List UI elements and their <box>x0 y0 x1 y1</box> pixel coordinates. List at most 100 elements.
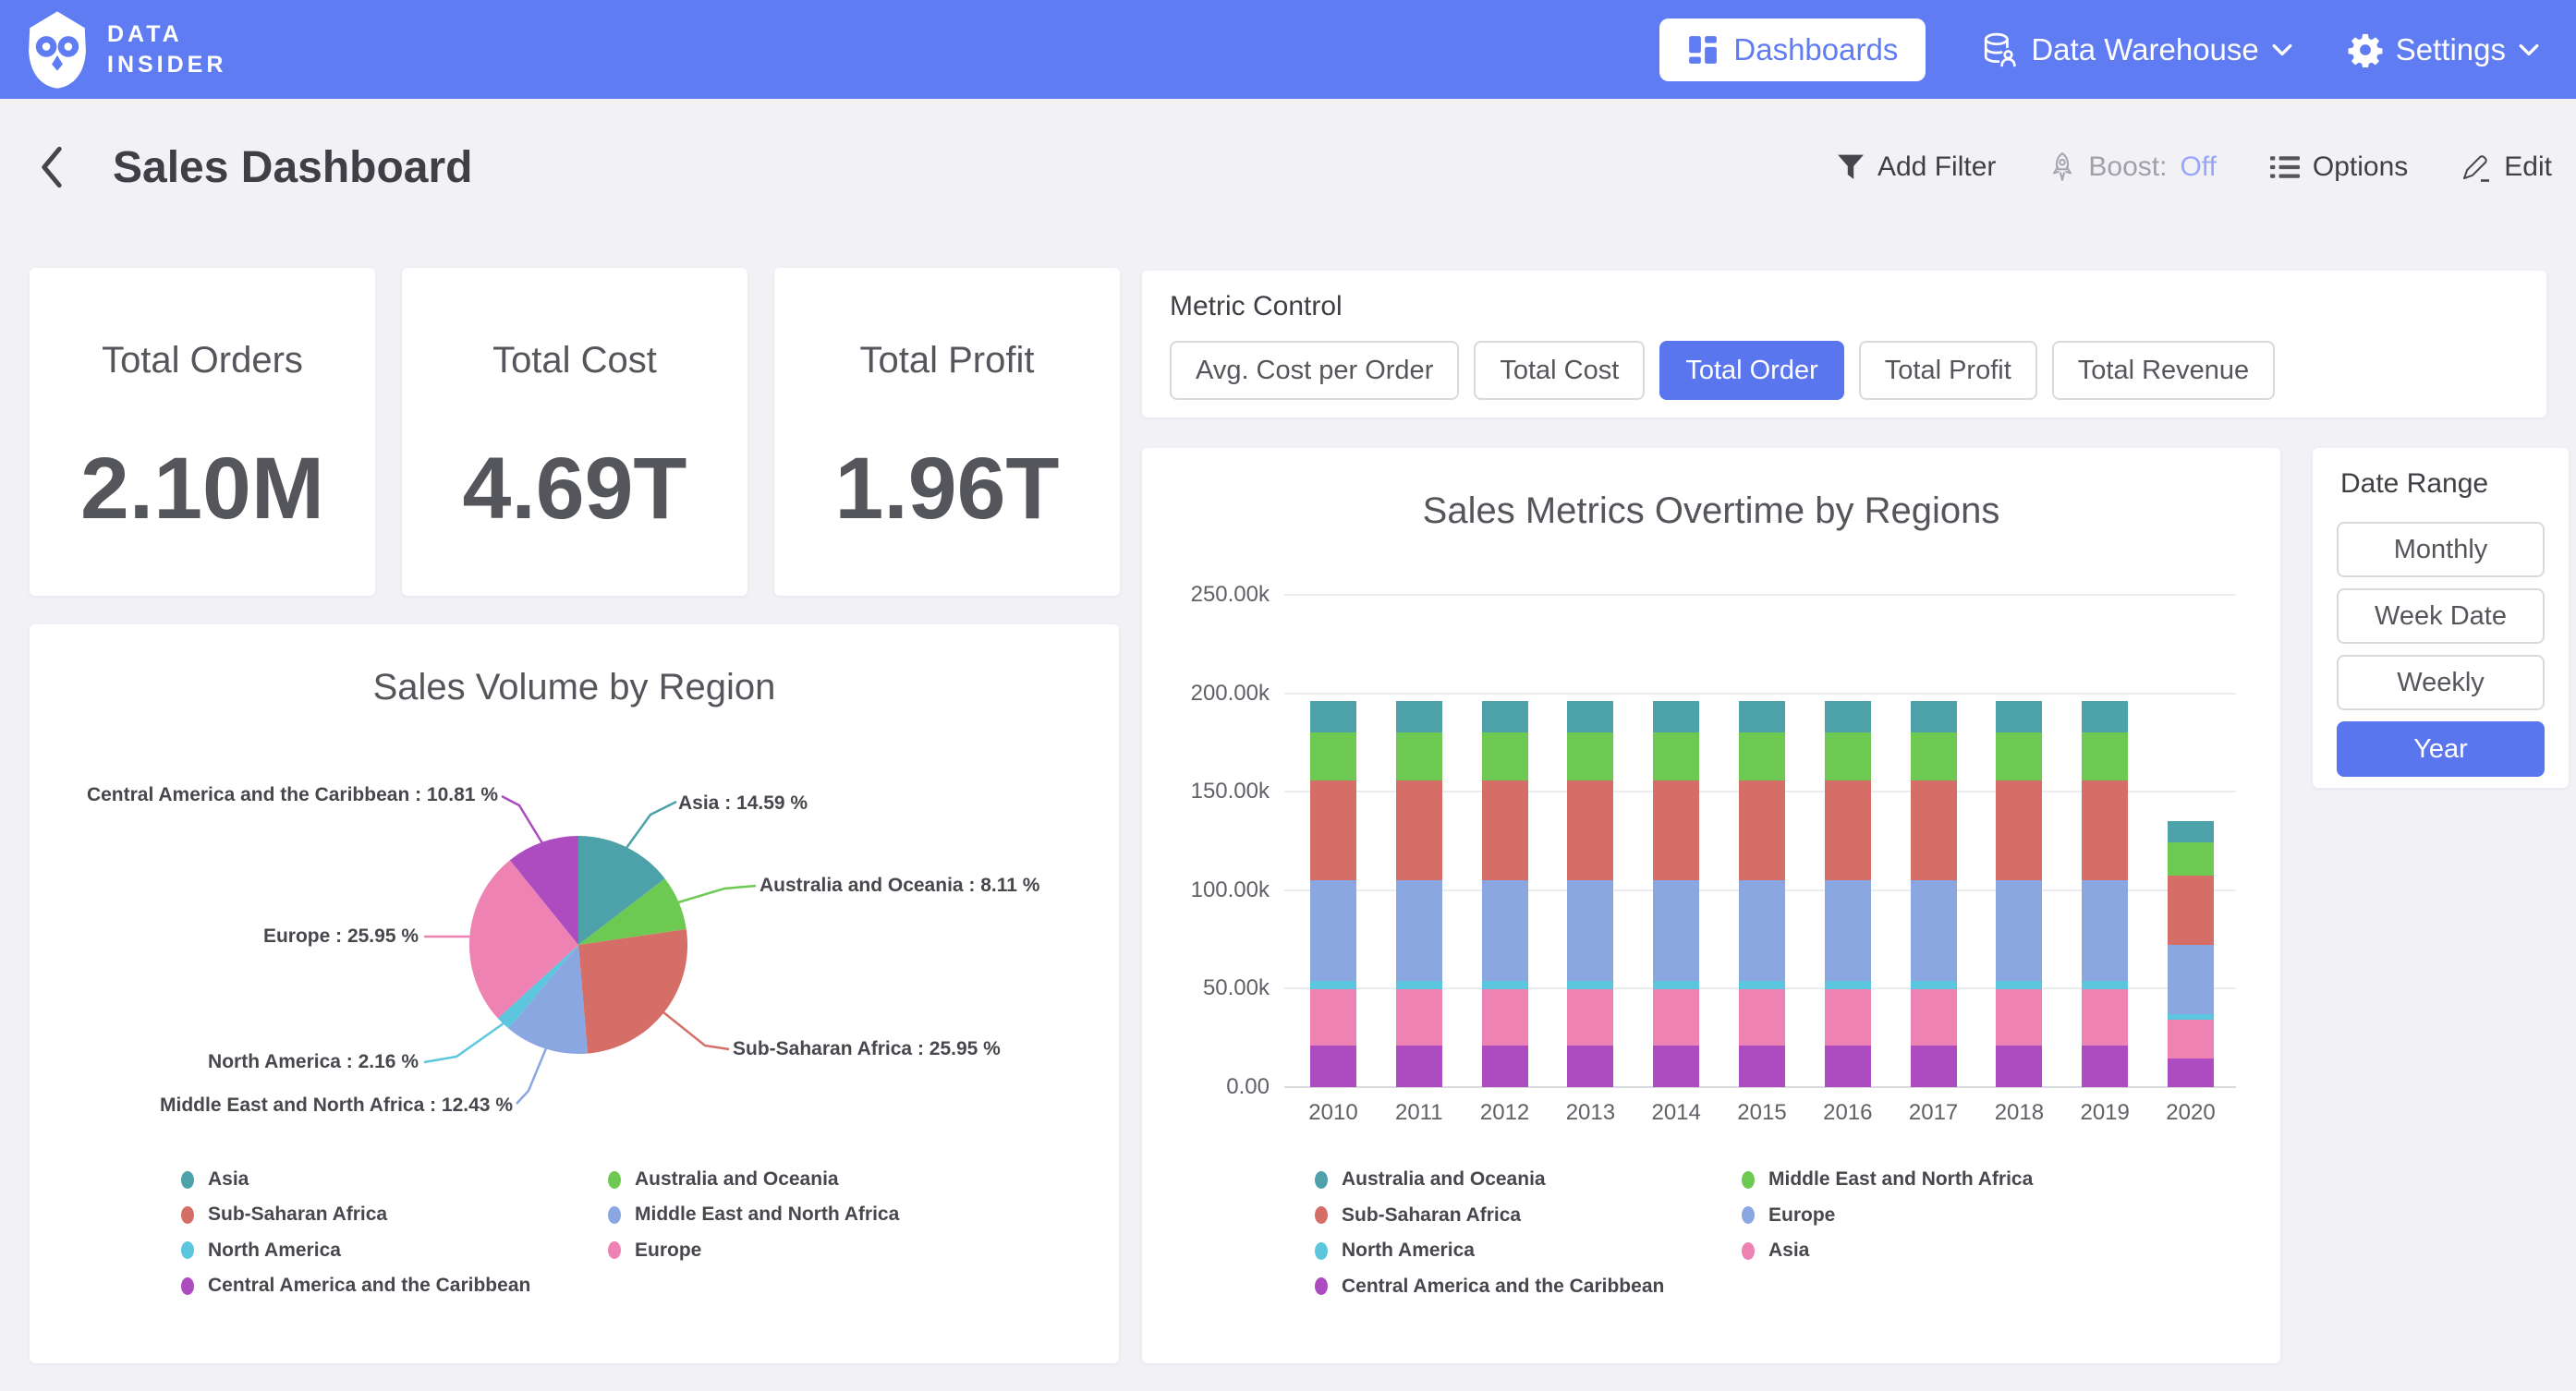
metric-option-total-order[interactable]: Total Order <box>1659 341 1843 400</box>
bar-segment-australia-and-oceania-2014[interactable] <box>1653 701 1699 732</box>
bar-segment-sub-saharan-africa-2017[interactable] <box>1911 780 1957 880</box>
bar-segment-middle-east-and-north-africa-2020[interactable] <box>2168 842 2214 876</box>
bar-segment-australia-and-oceania-2018[interactable] <box>1996 701 2042 732</box>
bar-segment-central-america-and-the-caribbean-2011[interactable] <box>1396 1046 1442 1087</box>
bar-segment-middle-east-and-north-africa-2015[interactable] <box>1739 732 1785 780</box>
bar-segment-europe-2015[interactable] <box>1739 880 1785 981</box>
bar-segment-australia-and-oceania-2011[interactable] <box>1396 701 1442 732</box>
bar-segment-central-america-and-the-caribbean-2020[interactable] <box>2168 1058 2214 1087</box>
bar-segment-middle-east-and-north-africa-2019[interactable] <box>2082 732 2128 780</box>
legend-item-middle-east-and-north-africa[interactable]: Middle East and North Africa <box>608 1204 899 1226</box>
bar-segment-europe-2018[interactable] <box>1996 880 2042 981</box>
bar-segment-middle-east-and-north-africa-2018[interactable] <box>1996 732 2042 780</box>
date-range-option-year[interactable]: Year <box>2337 721 2545 777</box>
bar-segment-sub-saharan-africa-2010[interactable] <box>1310 780 1356 880</box>
bar-segment-europe-2014[interactable] <box>1653 880 1699 981</box>
add-filter-button[interactable]: Add Filter <box>1837 151 1996 183</box>
bar-segment-middle-east-and-north-africa-2011[interactable] <box>1396 732 1442 780</box>
brand[interactable]: DATA INSIDER <box>24 9 226 91</box>
bar-segment-north-america-2020[interactable] <box>2168 1014 2214 1020</box>
legend-item-sub-saharan-africa[interactable]: Sub-Saharan Africa <box>181 1204 387 1226</box>
bar-segment-asia-2018[interactable] <box>1996 989 2042 1046</box>
bar-segment-sub-saharan-africa-2014[interactable] <box>1653 780 1699 880</box>
nav-item-settings[interactable]: Settings <box>2348 32 2539 67</box>
bar-segment-asia-2016[interactable] <box>1825 989 1871 1046</box>
legend-item-australia-and-oceania[interactable]: Australia and Oceania <box>608 1168 839 1191</box>
legend-item-north-america[interactable]: North America <box>181 1240 341 1262</box>
bar-segment-north-america-2013[interactable] <box>1567 981 1613 989</box>
legend-item-europe[interactable]: Europe <box>608 1240 701 1262</box>
bar-segment-north-america-2016[interactable] <box>1825 981 1871 989</box>
bar-segment-europe-2017[interactable] <box>1911 880 1957 981</box>
boost-toggle[interactable]: Boost: Off <box>2049 151 2217 183</box>
legend-item-sub-saharan-africa[interactable]: Sub-Saharan Africa <box>1315 1204 1521 1227</box>
bar-segment-europe-2011[interactable] <box>1396 880 1442 981</box>
bar-segment-europe-2019[interactable] <box>2082 880 2128 981</box>
bar-segment-central-america-and-the-caribbean-2013[interactable] <box>1567 1046 1613 1087</box>
bar-segment-central-america-and-the-caribbean-2012[interactable] <box>1482 1046 1528 1087</box>
bar-segment-sub-saharan-africa-2018[interactable] <box>1996 780 2042 880</box>
bar-segment-australia-and-oceania-2016[interactable] <box>1825 701 1871 732</box>
bar-segment-europe-2013[interactable] <box>1567 880 1613 981</box>
bar-segment-central-america-and-the-caribbean-2016[interactable] <box>1825 1046 1871 1087</box>
edit-button[interactable]: Edit <box>2461 151 2552 183</box>
bar-segment-north-america-2011[interactable] <box>1396 981 1442 989</box>
legend-item-australia-and-oceania[interactable]: Australia and Oceania <box>1315 1168 1546 1191</box>
bar-segment-north-america-2017[interactable] <box>1911 981 1957 989</box>
nav-item-data-warehouse[interactable]: Data Warehouse <box>1981 31 2291 68</box>
options-button[interactable]: Options <box>2270 151 2408 183</box>
bar-segment-middle-east-and-north-africa-2014[interactable] <box>1653 732 1699 780</box>
bar-segment-central-america-and-the-caribbean-2010[interactable] <box>1310 1046 1356 1087</box>
bar-segment-middle-east-and-north-africa-2010[interactable] <box>1310 732 1356 780</box>
bar-segment-middle-east-and-north-africa-2016[interactable] <box>1825 732 1871 780</box>
bar-segment-asia-2019[interactable] <box>2082 989 2128 1046</box>
bar-segment-sub-saharan-africa-2013[interactable] <box>1567 780 1613 880</box>
bar-segment-central-america-and-the-caribbean-2019[interactable] <box>2082 1046 2128 1087</box>
bar-segment-europe-2016[interactable] <box>1825 880 1871 981</box>
legend-item-asia[interactable]: Asia <box>1742 1240 1809 1262</box>
bar-segment-australia-and-oceania-2020[interactable] <box>2168 821 2214 842</box>
bar-segment-central-america-and-the-caribbean-2018[interactable] <box>1996 1046 2042 1087</box>
legend-item-asia[interactable]: Asia <box>181 1168 249 1191</box>
bar-segment-north-america-2019[interactable] <box>2082 981 2128 989</box>
bar-segment-europe-2010[interactable] <box>1310 880 1356 981</box>
bar-segment-sub-saharan-africa-2019[interactable] <box>2082 780 2128 880</box>
date-range-option-monthly[interactable]: Monthly <box>2337 522 2545 577</box>
legend-item-north-america[interactable]: North America <box>1315 1240 1475 1262</box>
bar-segment-australia-and-oceania-2019[interactable] <box>2082 701 2128 732</box>
bar-segment-north-america-2014[interactable] <box>1653 981 1699 989</box>
bar-segment-central-america-and-the-caribbean-2014[interactable] <box>1653 1046 1699 1087</box>
pie-slice-sub-saharan-africa[interactable] <box>578 929 687 1054</box>
legend-item-europe[interactable]: Europe <box>1742 1204 1835 1227</box>
bar-segment-asia-2011[interactable] <box>1396 989 1442 1046</box>
bar-segment-asia-2010[interactable] <box>1310 989 1356 1046</box>
bar-segment-asia-2012[interactable] <box>1482 989 1528 1046</box>
metric-option-avg-cost-per-order[interactable]: Avg. Cost per Order <box>1170 341 1459 400</box>
metric-option-total-revenue[interactable]: Total Revenue <box>2052 341 2275 400</box>
bar-segment-asia-2014[interactable] <box>1653 989 1699 1046</box>
bar-segment-asia-2015[interactable] <box>1739 989 1785 1046</box>
bar-segment-sub-saharan-africa-2015[interactable] <box>1739 780 1785 880</box>
bar-segment-central-america-and-the-caribbean-2017[interactable] <box>1911 1046 1957 1087</box>
bar-segment-north-america-2018[interactable] <box>1996 981 2042 989</box>
legend-item-central-america-and-the-caribbean[interactable]: Central America and the Caribbean <box>1315 1276 1664 1298</box>
bar-segment-asia-2013[interactable] <box>1567 989 1613 1046</box>
date-range-option-week-date[interactable]: Week Date <box>2337 588 2545 644</box>
bar-segment-sub-saharan-africa-2011[interactable] <box>1396 780 1442 880</box>
bar-segment-sub-saharan-africa-2012[interactable] <box>1482 780 1528 880</box>
legend-item-central-america-and-the-caribbean[interactable]: Central America and the Caribbean <box>181 1275 530 1297</box>
metric-option-total-cost[interactable]: Total Cost <box>1474 341 1645 400</box>
bar-segment-north-america-2010[interactable] <box>1310 981 1356 989</box>
bar-segment-asia-2017[interactable] <box>1911 989 1957 1046</box>
nav-item-dashboards[interactable]: Dashboards <box>1659 18 1926 81</box>
bar-segment-middle-east-and-north-africa-2012[interactable] <box>1482 732 1528 780</box>
bar-segment-australia-and-oceania-2013[interactable] <box>1567 701 1613 732</box>
bar-segment-europe-2012[interactable] <box>1482 880 1528 981</box>
bar-segment-australia-and-oceania-2010[interactable] <box>1310 701 1356 732</box>
bar-segment-middle-east-and-north-africa-2017[interactable] <box>1911 732 1957 780</box>
bar-segment-middle-east-and-north-africa-2013[interactable] <box>1567 732 1613 780</box>
bar-segment-north-america-2012[interactable] <box>1482 981 1528 989</box>
bar-segment-asia-2020[interactable] <box>2168 1020 2214 1058</box>
bar-segment-australia-and-oceania-2015[interactable] <box>1739 701 1785 732</box>
bar-segment-australia-and-oceania-2012[interactable] <box>1482 701 1528 732</box>
